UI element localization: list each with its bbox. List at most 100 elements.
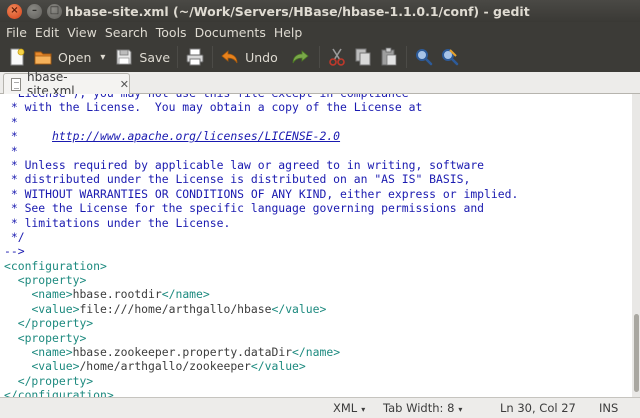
text-editor[interactable]: "License"); you may not use this file ex…	[0, 94, 640, 397]
xml-tag: <name>	[31, 287, 73, 302]
close-tab-icon[interactable]: ✕	[120, 78, 129, 91]
redo-button[interactable]	[287, 44, 313, 70]
xml-tag: </value>	[250, 359, 306, 374]
code-line[interactable]: </property>	[4, 374, 632, 388]
comment-text: * limitations under the License.	[4, 215, 231, 230]
comment-text: *	[4, 114, 18, 129]
code-line[interactable]: * limitations under the License.	[4, 216, 632, 230]
comment-text: * Unless required by applicable law or a…	[4, 157, 485, 172]
toolbar-separator	[318, 46, 320, 68]
comment-text: * distributed under the License is distr…	[4, 172, 471, 187]
comment-text: *	[4, 143, 18, 158]
menu-bar: File Edit View Search Tools Documents He…	[0, 22, 640, 42]
license-url[interactable]: http://www.apache.org/licenses/LICENSE-2…	[52, 129, 340, 143]
vertical-scrollbar[interactable]	[632, 94, 640, 397]
code-line[interactable]: </property>	[4, 316, 632, 330]
comment-text: *	[4, 129, 53, 144]
code-line[interactable]: * http://www.apache.org/licenses/LICENSE…	[4, 129, 632, 143]
menu-search[interactable]: Search	[101, 25, 152, 40]
code-line[interactable]: *	[4, 144, 632, 158]
code-line[interactable]: *	[4, 115, 632, 129]
new-document-button[interactable]	[4, 44, 30, 70]
xml-tag: </property>	[17, 316, 94, 331]
comment-text: * WITHOUT WARRANTIES OR CONDITIONS OF AN…	[4, 186, 519, 201]
scrollbar-thumb[interactable]	[634, 314, 639, 392]
find-replace-button[interactable]	[437, 44, 463, 70]
undo-button[interactable]: Undo	[217, 44, 281, 70]
code-line[interactable]: * See the License for the specific langu…	[4, 201, 632, 215]
find-button[interactable]	[411, 44, 437, 70]
copy-button[interactable]	[350, 44, 376, 70]
comment-text: */	[4, 229, 25, 244]
comment-text: * with the License. You may obtain a cop…	[4, 100, 423, 115]
language-selector[interactable]: XML ▾	[333, 401, 365, 415]
toolbar-separator	[405, 46, 407, 68]
code-line[interactable]: <value>/home/arthgallo/zookeeper</value>	[4, 359, 632, 373]
language-label: XML	[333, 401, 358, 415]
tab-hbase-site-xml[interactable]: hbase-site.xml ✕	[3, 70, 130, 98]
open-button[interactable]: Open	[30, 44, 94, 70]
save-icon	[114, 47, 134, 67]
xml-tag: </value>	[271, 301, 327, 316]
xml-tag: </property>	[17, 373, 94, 388]
tab-width-selector[interactable]: Tab Width: 8 ▾	[383, 401, 462, 415]
code-line[interactable]: <property>	[4, 331, 632, 345]
xml-tag: <name>	[31, 345, 73, 360]
toolbar: Open ▾ Save Undo	[0, 42, 640, 72]
save-button[interactable]: Save	[111, 44, 173, 70]
title-bar: × – □ hbase-site.xml (~/Work/Servers/HBa…	[0, 0, 640, 22]
copy-icon	[353, 47, 373, 67]
save-label: Save	[139, 49, 171, 65]
menu-file[interactable]: File	[2, 25, 31, 40]
toolbar-separator	[177, 46, 179, 68]
open-folder-icon	[33, 47, 53, 67]
close-window-button[interactable]: ×	[7, 3, 22, 19]
maximize-window-button[interactable]: □	[47, 3, 62, 19]
xml-tag: <configuration>	[4, 258, 107, 273]
comment-text: -->	[4, 244, 25, 259]
code-line[interactable]: -->	[4, 244, 632, 258]
code-text: hbase.rootdir	[72, 287, 162, 302]
cut-button[interactable]	[324, 44, 350, 70]
code-line[interactable]: <configuration>	[4, 259, 632, 273]
code-line[interactable]: <name>hbase.rootdir</name>	[4, 287, 632, 301]
menu-tools[interactable]: Tools	[152, 25, 191, 40]
code-line[interactable]: * distributed under the License is distr…	[4, 172, 632, 186]
code-line[interactable]: * Unless required by applicable law or a…	[4, 158, 632, 172]
cut-icon	[327, 47, 347, 67]
redo-icon	[290, 47, 310, 67]
code-line[interactable]: */	[4, 230, 632, 244]
paste-icon	[379, 47, 399, 67]
open-recent-dropdown[interactable]: ▾	[94, 44, 111, 70]
code-line[interactable]: <name>hbase.zookeeper.property.dataDir</…	[4, 345, 632, 359]
paste-button[interactable]	[376, 44, 402, 70]
menu-help[interactable]: Help	[270, 25, 307, 40]
code-line[interactable]: </configuration>	[4, 388, 632, 397]
chevron-down-icon: ▾	[458, 405, 463, 414]
code-text: hbase.zookeeper.property.dataDir	[72, 345, 293, 360]
undo-label: Undo	[245, 49, 278, 65]
document-tabs: hbase-site.xml ✕	[0, 70, 640, 98]
menu-edit[interactable]: Edit	[31, 25, 63, 40]
xml-tag: <property>	[17, 330, 87, 345]
undo-icon	[220, 47, 240, 67]
print-button[interactable]	[182, 44, 208, 70]
code-line[interactable]: <property>	[4, 273, 632, 287]
document-icon	[11, 77, 22, 91]
menu-view[interactable]: View	[63, 25, 101, 40]
code-line[interactable]: <value>file:///home/arthgallo/hbase</val…	[4, 302, 632, 316]
minimize-window-button[interactable]: –	[27, 3, 42, 19]
code-text: /home/arthgallo/zookeeper	[79, 359, 251, 374]
comment-text: "License"); you may not use this file ex…	[4, 94, 409, 100]
code-view[interactable]: "License"); you may not use this file ex…	[4, 94, 632, 397]
code-line[interactable]: * WITHOUT WARRANTIES OR CONDITIONS OF AN…	[4, 187, 632, 201]
menu-documents[interactable]: Documents	[191, 25, 270, 40]
code-line[interactable]: * with the License. You may obtain a cop…	[4, 100, 632, 114]
xml-tag: </name>	[292, 345, 341, 360]
